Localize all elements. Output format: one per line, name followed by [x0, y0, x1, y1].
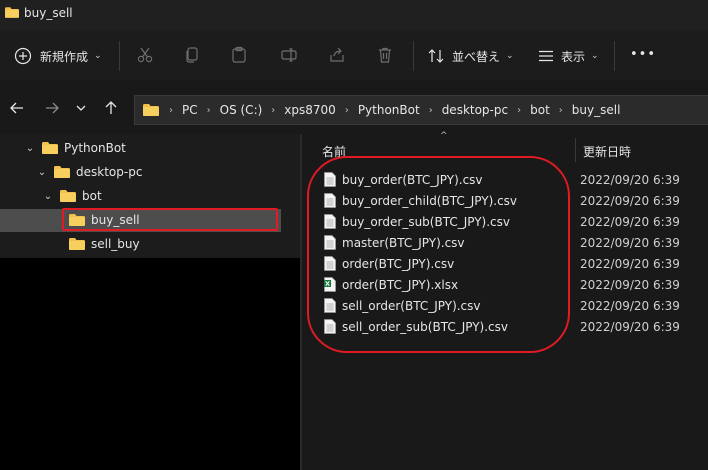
breadcrumb-item[interactable]: xps8700: [284, 103, 336, 117]
folder-icon: [60, 190, 76, 202]
annotation-oval: [307, 156, 570, 353]
file-date: 2022/09/20 6:39: [580, 298, 680, 313]
selection-annotation-box: [62, 208, 278, 231]
navigation-pane-empty-area: [0, 258, 300, 470]
more-options-button[interactable]: •••: [630, 47, 656, 62]
tree-item-label: bot: [82, 189, 102, 203]
breadcrumb-item[interactable]: PC: [182, 103, 198, 117]
breadcrumb-item[interactable]: PythonBot: [358, 103, 420, 117]
sort-icon: [428, 49, 444, 63]
chevron-right-icon: ›: [271, 104, 276, 116]
recent-locations-chevron-icon[interactable]: [74, 100, 88, 116]
up-arrow-icon[interactable]: [103, 100, 119, 116]
breadcrumb-item[interactable]: desktop-pc: [442, 103, 508, 117]
tree-item-bot[interactable]: ⌄ bot: [42, 185, 102, 207]
file-date: 2022/09/20 6:39: [580, 319, 680, 334]
file-date: 2022/09/20 6:39: [580, 256, 680, 271]
sort-button[interactable]: 並べ替え ⌄: [427, 45, 514, 67]
toolbar-divider: [119, 41, 120, 71]
chevron-right-icon: ›: [169, 104, 173, 116]
copy-icon[interactable]: [183, 46, 201, 64]
file-date: 2022/09/20 6:39: [580, 235, 680, 250]
folder-icon: [42, 142, 58, 154]
chevron-right-icon: ›: [558, 104, 563, 116]
column-header-date[interactable]: 更新日時: [583, 143, 631, 160]
tree-item-label: sell_buy: [91, 237, 140, 251]
breadcrumb-item[interactable]: bot: [530, 103, 550, 117]
view-list-icon: [539, 50, 553, 62]
chevron-down-icon: ⌄: [94, 51, 102, 61]
toolbar-divider: [413, 41, 414, 71]
chevron-down-icon: ⌄: [591, 51, 599, 61]
title-bar: [0, 0, 708, 30]
file-date: 2022/09/20 6:39: [580, 277, 680, 292]
chevron-down-icon[interactable]: ⌄: [42, 191, 54, 202]
tree-item-desktop-pc[interactable]: ⌄ desktop-pc: [36, 161, 143, 183]
chevron-right-icon: ›: [206, 104, 211, 116]
folder-icon: [54, 166, 70, 178]
chevron-down-icon: ⌄: [506, 51, 514, 61]
view-button-label: 表示: [561, 49, 586, 64]
tree-item-pythonbot[interactable]: ⌄ PythonBot: [24, 137, 126, 159]
cut-icon[interactable]: [136, 46, 154, 64]
breadcrumb-item[interactable]: buy_sell: [572, 103, 621, 117]
folder-icon: [5, 7, 19, 18]
pane-divider[interactable]: [300, 134, 302, 470]
chevron-right-icon: ›: [428, 104, 433, 116]
sort-ascending-icon: ^: [440, 131, 448, 141]
delete-icon[interactable]: [376, 46, 394, 64]
chevron-down-icon[interactable]: ⌄: [36, 167, 48, 178]
address-bar[interactable]: › PC › OS (C:) › xps8700 › PythonBot › d…: [134, 95, 708, 125]
tree-item-sell-buy[interactable]: sell_buy: [69, 233, 140, 255]
tree-item-label: desktop-pc: [76, 165, 143, 179]
window-title: buy_sell: [24, 6, 73, 20]
breadcrumb-item[interactable]: OS (C:): [220, 103, 263, 117]
column-divider[interactable]: [575, 138, 576, 162]
file-date: 2022/09/20 6:39: [580, 214, 680, 229]
toolbar-divider: [614, 41, 615, 71]
tree-item-label: PythonBot: [64, 141, 126, 155]
folder-icon: [143, 104, 159, 116]
forward-arrow-icon[interactable]: [44, 100, 60, 116]
file-date: 2022/09/20 6:39: [580, 172, 680, 187]
view-button[interactable]: 表示 ⌄: [537, 45, 599, 67]
folder-icon: [69, 238, 85, 250]
chevron-down-icon[interactable]: ⌄: [24, 143, 36, 154]
file-date: 2022/09/20 6:39: [580, 193, 680, 208]
new-button-label: 新規作成: [40, 49, 89, 64]
back-arrow-icon[interactable]: [9, 100, 25, 116]
sort-button-label: 並べ替え: [452, 49, 501, 64]
plus-circle-icon: [14, 47, 32, 65]
chevron-right-icon: ›: [517, 104, 522, 116]
share-icon[interactable]: [328, 46, 346, 64]
new-button[interactable]: 新規作成 ⌄: [14, 45, 102, 67]
rename-icon[interactable]: [280, 46, 298, 64]
paste-icon[interactable]: [230, 46, 248, 64]
command-bar: [0, 30, 708, 81]
chevron-right-icon: ›: [344, 104, 349, 116]
